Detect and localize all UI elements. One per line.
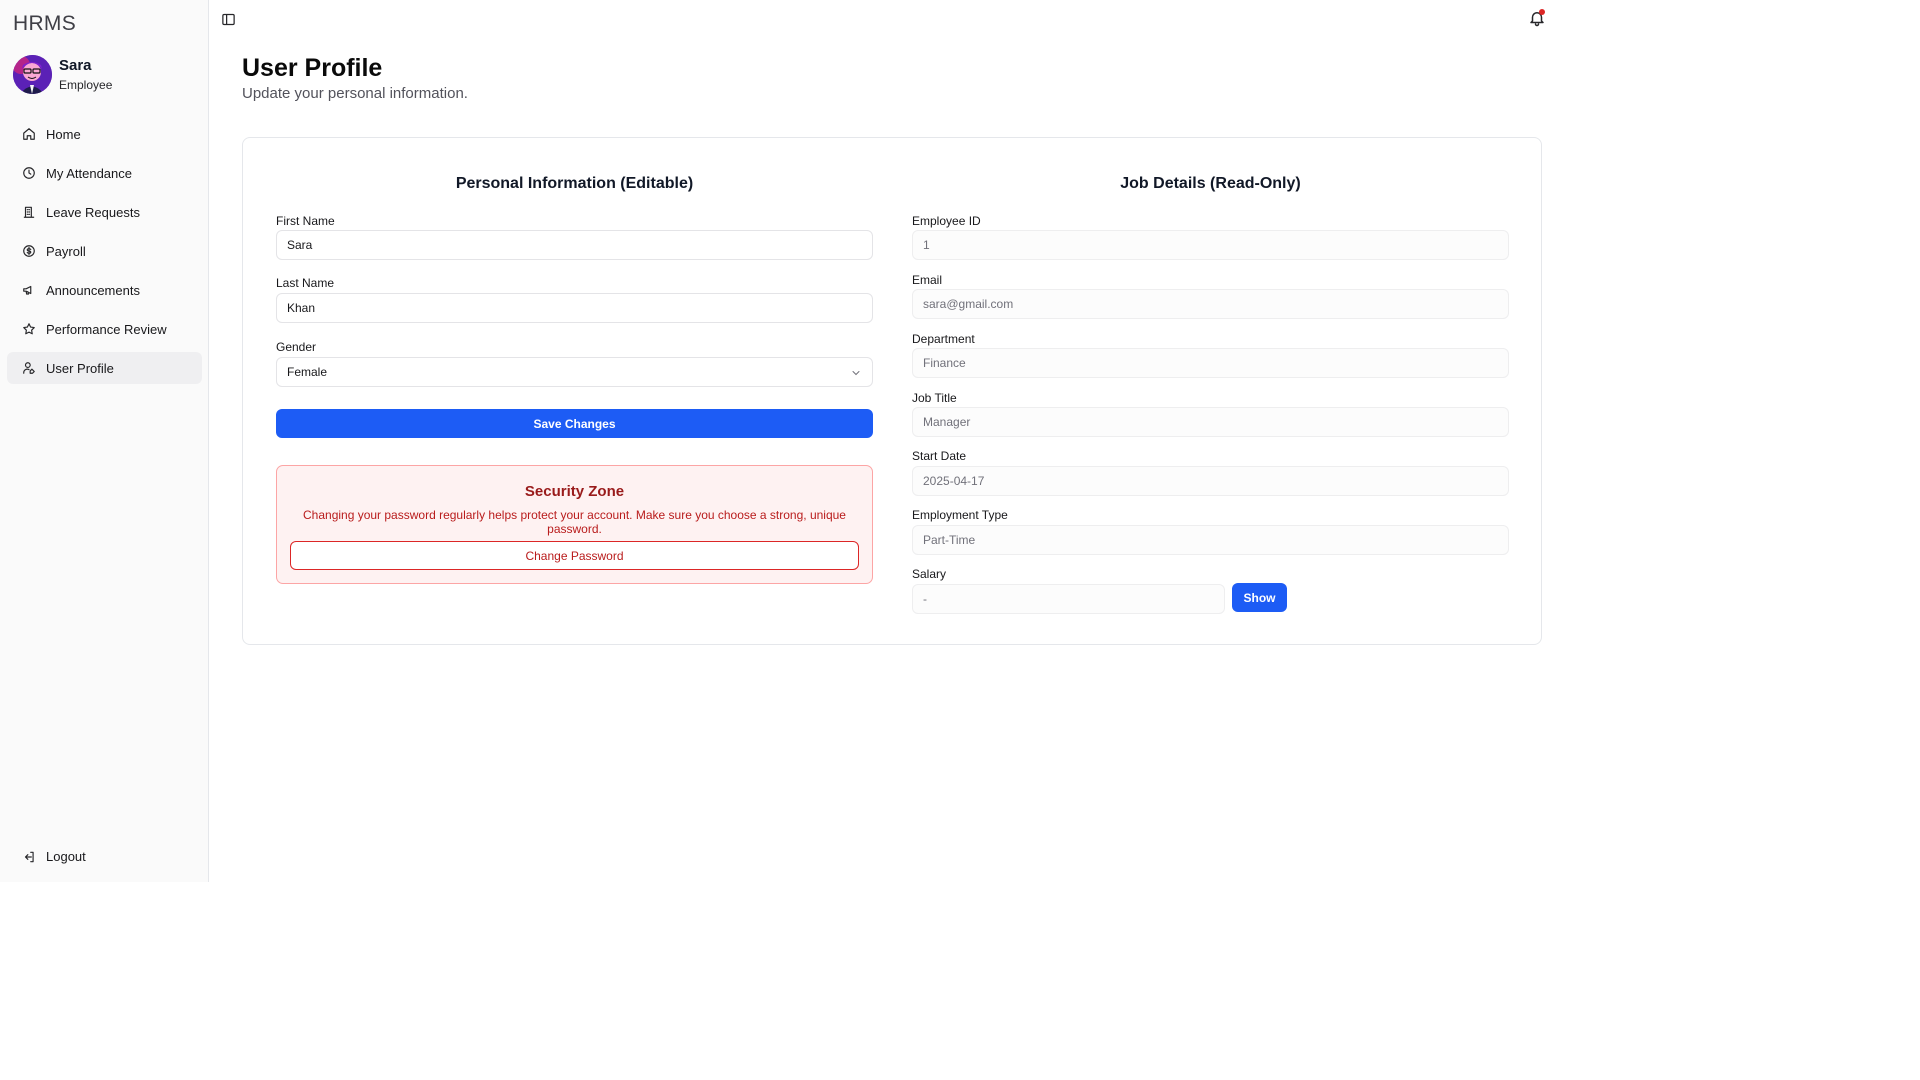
sidebar-nav: Home My Attendance Leave Requests Payrol…: [7, 118, 202, 391]
department-field: Finance: [912, 348, 1509, 378]
sidebar-item-label: My Attendance: [46, 165, 132, 181]
profile-card: Personal Information (Editable) First Na…: [242, 137, 1542, 645]
first-name-input[interactable]: Sara: [276, 230, 873, 260]
job-title-field: Manager: [912, 407, 1509, 437]
email-label: Email: [912, 273, 943, 287]
sidebar: HRMS Sara Employee Home My Attendance Le…: [0, 0, 209, 882]
sidebar-item-label: Performance Review: [46, 321, 167, 337]
user-name: Sara: [59, 56, 92, 74]
user-block: Sara Employee: [13, 55, 112, 94]
last-name-input[interactable]: Khan: [276, 293, 873, 323]
page-subtitle: Update your personal information.: [242, 85, 468, 102]
sidebar-item-label: Announcements: [46, 282, 140, 298]
security-zone-text: Changing your password regularly helps p…: [303, 508, 846, 536]
employee-id-field: 1: [912, 230, 1509, 260]
logout-button[interactable]: Logout: [22, 849, 86, 864]
security-zone-title: Security Zone: [524, 483, 625, 500]
sidebar-item-label: User Profile: [46, 360, 114, 376]
sidebar-item-user-profile[interactable]: User Profile: [7, 352, 202, 384]
start-date-label: Start Date: [912, 449, 967, 463]
email-field: sara@gmail.com: [912, 289, 1509, 319]
salary-field: -: [912, 584, 1225, 614]
last-name-label: Last Name: [276, 276, 335, 290]
avatar: [13, 55, 52, 94]
show-salary-button[interactable]: Show: [1232, 583, 1287, 612]
chevron-down-icon: [850, 367, 862, 379]
sidebar-item-payroll[interactable]: Payroll: [7, 235, 202, 267]
page-title: User Profile: [242, 54, 383, 82]
gender-select-value: Female: [287, 365, 328, 379]
home-icon: [22, 127, 36, 141]
star-icon: [22, 322, 36, 336]
building-icon: [22, 205, 36, 219]
job-details-title: Job Details (Read-Only): [1120, 175, 1301, 192]
sidebar-item-leave-requests[interactable]: Leave Requests: [7, 196, 202, 228]
personal-info-title: Personal Information (Editable): [455, 175, 694, 192]
sidebar-item-label: Home: [46, 126, 81, 142]
logout-label: Logout: [46, 849, 86, 864]
sidebar-item-home[interactable]: Home: [7, 118, 202, 150]
job-title-label: Job Title: [912, 391, 957, 405]
salary-label: Salary: [912, 567, 947, 581]
change-password-button[interactable]: Change Password: [290, 541, 859, 570]
employment-type-label: Employment Type: [912, 508, 1008, 522]
user-role: Employee: [59, 77, 113, 92]
megaphone-icon: [22, 283, 36, 297]
logout-icon: [22, 850, 36, 864]
brand-logo-text: HRMS: [13, 12, 77, 35]
notification-dot: [1539, 9, 1545, 15]
user-pen-icon: [22, 361, 36, 375]
sidebar-toggle-icon[interactable]: [221, 12, 236, 27]
security-zone: Security Zone Changing your password reg…: [276, 465, 873, 584]
start-date-field: 2025-04-17: [912, 466, 1509, 496]
sidebar-item-label: Payroll: [46, 243, 86, 259]
department-label: Department: [912, 332, 975, 346]
sidebar-item-announcements[interactable]: Announcements: [7, 274, 202, 306]
sidebar-item-label: Leave Requests: [46, 204, 140, 220]
gender-select[interactable]: Female: [276, 357, 873, 387]
sidebar-item-performance-review[interactable]: Performance Review: [7, 313, 202, 345]
gender-label: Gender: [276, 340, 317, 354]
sidebar-item-my-attendance[interactable]: My Attendance: [7, 157, 202, 189]
save-changes-button[interactable]: Save Changes: [276, 409, 873, 438]
employment-type-field: Part-Time: [912, 525, 1509, 555]
clock-icon: [22, 166, 36, 180]
first-name-label: First Name: [276, 214, 335, 228]
dollar-circle-icon: [22, 244, 36, 258]
employee-id-label: Employee ID: [912, 214, 981, 228]
